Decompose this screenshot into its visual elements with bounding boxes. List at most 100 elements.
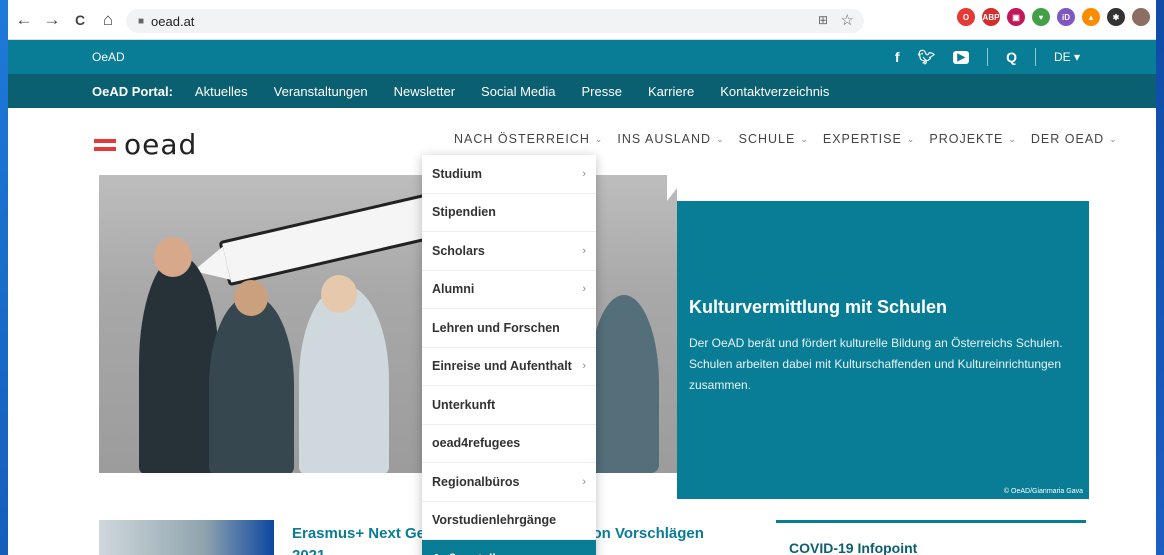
dropdown-label: Alumni — [432, 282, 475, 297]
pocket-icon[interactable]: ▣ — [1007, 8, 1025, 26]
chevron-right-icon: › — [582, 475, 586, 488]
dropdown-label: oead4refugees — [432, 436, 521, 451]
chevron-right-icon: › — [582, 360, 586, 373]
kid-figure — [209, 295, 294, 473]
nav-label: NACH ÖSTERREICH — [454, 132, 590, 146]
dropdown-label: Vorstudienlehrgänge — [432, 513, 557, 528]
dropdown-label: Lehren und Forschen — [432, 320, 560, 335]
nav-item-nach-osterreich[interactable]: NACH ÖSTERREICH ⌄ — [454, 132, 603, 146]
dropdown-label: Unterkunft — [432, 397, 496, 412]
url-text: oead.at — [151, 13, 195, 29]
dropdown-label: Stipendien — [432, 205, 496, 220]
main-nav: NACH ÖSTERREICH ⌄ INS AUSLAND ⌄ SCHULE ⌄ EXPER… — [454, 132, 1118, 146]
portal-link-presse[interactable]: Presse — [581, 84, 621, 99]
adblock-icon[interactable]: ABP — [982, 8, 1000, 26]
divider — [1034, 48, 1036, 66]
nav-label: DER OEAD — [1030, 132, 1105, 146]
shield-ext-icon[interactable]: ♥ — [1032, 8, 1050, 26]
reload-icon[interactable]: C — [68, 8, 92, 32]
kid-figure — [299, 285, 389, 473]
extensions-bar: O ABP ▣ ♥ iD ▲ ✱ — [957, 8, 1150, 26]
face — [154, 237, 192, 277]
dropdown-item-scholars[interactable]: Scholars › — [422, 232, 596, 271]
profile-avatar[interactable] — [1132, 8, 1150, 26]
portal-link-kontaktverzeichnis[interactable]: Kontaktverzeichnis — [720, 84, 829, 99]
portal-link-newsletter[interactable]: Newsletter — [394, 84, 455, 99]
portal-link-aktuelles[interactable]: Aktuelles — [195, 84, 248, 99]
address-bar[interactable]: ■ oead.at ⊞ ☆ — [126, 9, 864, 33]
search-icon[interactable]: Q — [1006, 49, 1017, 65]
hero-title[interactable]: Kulturvermittlung mit Schulen — [689, 297, 947, 318]
nav-item-schule[interactable]: SCHULE ⌄ — [739, 132, 809, 146]
hero-teaser[interactable]: Kulturvermittlung mit Schulen Der OeAD b… — [677, 201, 1089, 499]
portal-link-social-media[interactable]: Social Media — [481, 84, 555, 99]
nav-item-expertise[interactable]: EXPERTISE ⌄ — [823, 132, 915, 146]
chevron-down-icon: ⌄ — [800, 133, 809, 144]
nav-item-ins-ausland[interactable]: INS AUSLAND ⌄ — [617, 132, 724, 146]
back-icon[interactable]: ← — [12, 8, 36, 32]
portal-link-veranstaltungen[interactable]: Veranstaltungen — [274, 84, 368, 99]
site-logo[interactable]: oead — [94, 128, 197, 161]
dropdown-item-einreise-und-aufenthalt[interactable]: Einreise und Aufenthalt › — [422, 348, 596, 386]
chevron-right-icon: › — [582, 244, 586, 257]
chevron-right-icon: › — [582, 167, 586, 180]
chevron-down-icon: ⌄ — [716, 133, 725, 144]
vlc-ext-icon[interactable]: ▲ — [1082, 8, 1100, 26]
opera-icon[interactable]: O — [957, 8, 975, 26]
corner-cut — [667, 175, 687, 201]
dropdown-item-studium[interactable]: Studium › — [422, 155, 596, 194]
bookmark-star-icon[interactable]: ☆ — [841, 11, 854, 29]
nav-item-projekte[interactable]: PROJEKTE ⌄ — [929, 132, 1017, 146]
covid-divider — [776, 520, 1086, 523]
austria-flag-icon — [94, 138, 116, 151]
nav-label: EXPERTISE — [822, 132, 902, 146]
portal-nav: OeAD Portal: Aktuelles Veranstaltungen New… — [8, 74, 1156, 108]
dropdown-item-vorstudienlehrgange[interactable]: Vorstudienlehrgänge — [422, 502, 596, 540]
dropdown-item-oead4refugees[interactable]: oead4refugees — [422, 425, 596, 463]
nav-label: SCHULE — [738, 132, 796, 146]
dropdown-item-regionalburos[interactable]: Regionalbüros › — [422, 463, 596, 502]
dropdown-label: Einreise und Aufenthalt — [432, 359, 572, 374]
dropdown-item-unterkunft[interactable]: Unterkunft — [422, 386, 596, 425]
chevron-down-icon: ⌄ — [594, 133, 604, 144]
language-selector[interactable]: DE ▾ — [1054, 50, 1080, 64]
covid-heading[interactable]: COVID-19 Infopoint — [789, 540, 917, 555]
dropdown-item-stipendien[interactable]: Stipendien — [422, 194, 596, 232]
id-ext-icon[interactable]: iD — [1057, 8, 1075, 26]
dropdown-label: Regionalbüros — [432, 474, 520, 489]
youtube-icon[interactable]: ▶ — [953, 50, 970, 64]
kid-figure — [139, 255, 219, 473]
news-thumbnail[interactable] — [99, 520, 274, 555]
logo-word: oead — [124, 128, 198, 161]
nav-label: PROJEKTE — [929, 132, 1004, 146]
pencil-drawing — [218, 193, 436, 287]
photo-credit: © OeAD/Gianmaria Gava — [1003, 488, 1083, 495]
dropdown-item-alumni[interactable]: Alumni › — [422, 271, 596, 309]
browser-window: ← → C ⌂ ■ oead.at ⊞ ☆ O ABP ▣ ♥ iD ▲ ✱ OeAD f … — [8, 0, 1156, 555]
portal-link-karriere[interactable]: Karriere — [648, 84, 694, 99]
facebook-icon[interactable]: f — [895, 49, 900, 65]
browser-toolbar: ← → C ⌂ ■ oead.at ⊞ ☆ O ABP ▣ ♥ iD ▲ ✱ — [8, 0, 1156, 40]
dropdown-label: Studium — [432, 166, 482, 181]
puzzle-icon[interactable]: ✱ — [1107, 8, 1125, 26]
home-icon[interactable]: ⌂ — [96, 8, 120, 32]
dropdown-label: Scholars — [432, 243, 485, 258]
chevron-right-icon: › — [582, 283, 586, 296]
top-utility-bar: OeAD f 🐦︎ ▶ Q DE ▾ — [8, 40, 1156, 74]
hero-text: Der OeAD berät und fördert kulturelle Bi… — [689, 336, 1063, 392]
translate-icon[interactable]: ⊞ — [818, 13, 828, 27]
portal-label: OeAD Portal: — [92, 83, 173, 99]
twitter-icon[interactable]: 🐦︎ — [918, 49, 936, 66]
brand-small[interactable]: OeAD — [92, 50, 125, 64]
divider — [987, 48, 989, 66]
top-icons: f 🐦︎ ▶ Q DE ▾ — [895, 48, 1080, 66]
dropdown-menu: Studium › Stipendien Scholars › Alumni › Lehren… — [422, 155, 596, 555]
lock-icon: ■ — [138, 15, 145, 27]
nav-item-der-oead[interactable]: DER OEAD ⌄ — [1031, 132, 1118, 146]
kid-figure — [589, 295, 659, 473]
chevron-down-icon: ⌄ — [1008, 133, 1017, 144]
dropdown-item-lehren-und-forschen[interactable]: Lehren und Forschen — [422, 309, 596, 348]
dropdown-item-au-enstellen[interactable]: Außenstellen› — [422, 540, 596, 555]
forward-icon[interactable]: → — [40, 8, 64, 32]
chevron-down-icon: ⌄ — [1109, 133, 1118, 144]
